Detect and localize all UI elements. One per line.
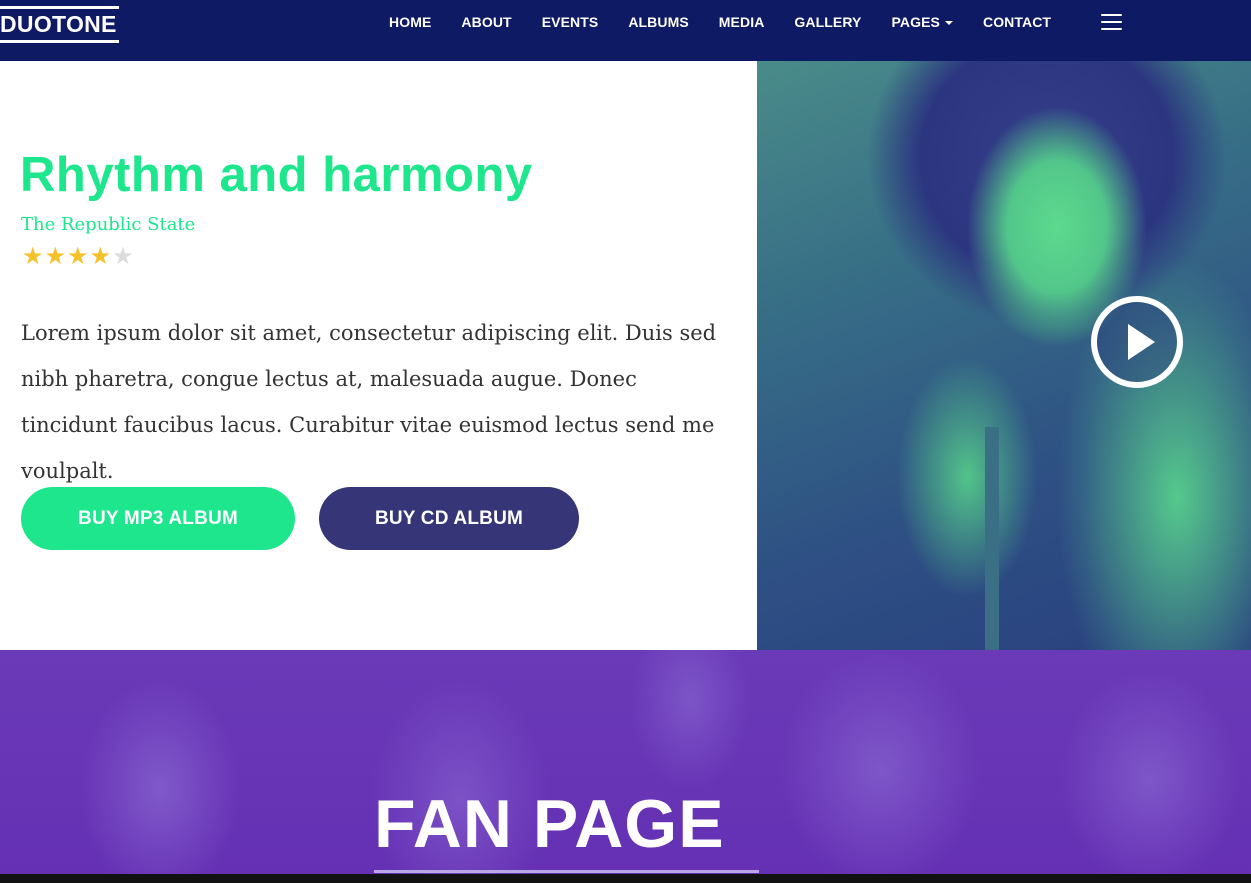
star-filled-icon: ★ [22,243,44,270]
nav-item-about[interactable]: ABOUT [446,14,526,30]
hero-subtitle: The Republic State [21,214,196,235]
nav-item-media[interactable]: MEDIA [704,14,780,30]
nav-item-events[interactable]: EVENTS [527,14,614,30]
hero-description: Lorem ipsum dolor sit amet, consectetur … [21,321,717,483]
nav-item-pages[interactable]: PAGES [877,14,968,30]
play-icon[interactable] [1091,296,1183,388]
star-filled-icon: ★ [67,243,89,270]
hero-title: Rhythm and harmony [20,148,533,202]
nav-item-pages-label: PAGES [891,14,940,30]
star-filled-icon: ★ [89,243,112,270]
singer-photo [757,27,1251,650]
nav-item-gallery[interactable]: GALLERY [779,14,876,30]
nav-item-contact[interactable]: CONTACT [968,14,1066,30]
star-filled-icon: ★ [44,243,67,270]
hamburger-icon[interactable] [1101,14,1122,32]
buy-cd-button[interactable]: BUY CD ALBUM [319,487,579,550]
navbar: DUOTONE HOME ABOUT EVENTS ALBUMS MEDIA G… [0,0,1251,61]
title-underline [374,870,759,873]
fan-page-title: FAN PAGE [374,786,725,862]
nav-item-albums[interactable]: ALBUMS [613,14,703,30]
bottom-edge [0,874,1251,883]
caret-down-icon [944,21,953,26]
microphone-stand [985,427,999,650]
buy-mp3-button[interactable]: BUY MP3 ALBUM [21,487,295,550]
fan-page-section: FAN PAGE [0,650,1251,883]
nav-menu: HOME ABOUT EVENTS ALBUMS MEDIA GALLERY P… [374,0,1066,44]
star-empty-icon: ★ [112,243,134,270]
star-rating: ★ ★ ★ ★ ★ [22,244,135,270]
hero-content: Rhythm and harmony The Republic State ★ ★… [0,61,757,650]
site-logo[interactable]: DUOTONE [0,6,119,43]
nav-item-home[interactable]: HOME [374,14,446,30]
